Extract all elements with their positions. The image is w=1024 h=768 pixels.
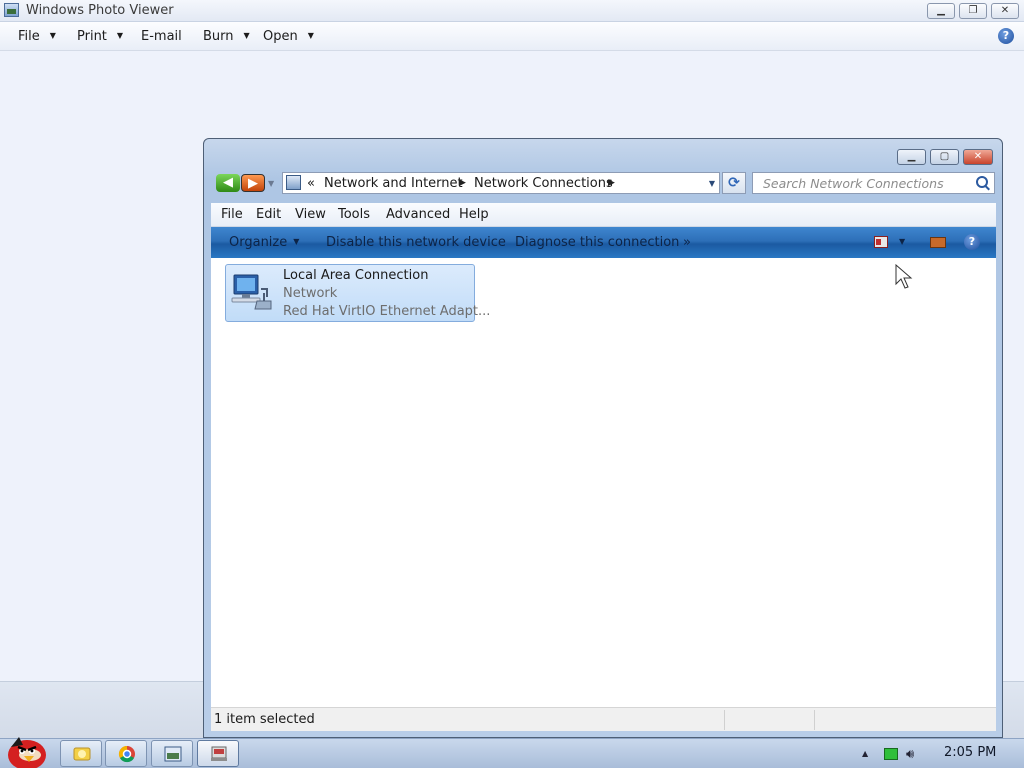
chevron-right-icon[interactable]: ▶ bbox=[608, 178, 615, 188]
clock[interactable]: 2:05 PM bbox=[944, 745, 996, 760]
taskbar-chrome-button[interactable] bbox=[105, 740, 147, 767]
photo-viewer-titlebar: Windows Photo Viewer ▁ ❐ ✕ bbox=[0, 0, 1024, 22]
menu-print[interactable]: Print ▼ bbox=[77, 29, 123, 44]
network-connections-icon bbox=[211, 746, 227, 761]
nc-minimize-button[interactable]: ▁ bbox=[897, 149, 926, 165]
menu-burn[interactable]: Burn ▼ bbox=[203, 29, 250, 44]
connections-list[interactable]: Local Area Connection Network Red Hat Vi… bbox=[211, 258, 996, 707]
back-button[interactable]: ◀ bbox=[216, 174, 240, 192]
address-bar[interactable]: « Network and Internet ▶ Network Connect… bbox=[282, 172, 720, 194]
connection-status: Network bbox=[283, 286, 338, 301]
chevron-down-icon: ▼ bbox=[293, 237, 300, 246]
photo-viewer-title: Windows Photo Viewer bbox=[26, 3, 174, 18]
address-overflow[interactable]: « bbox=[307, 176, 315, 191]
breadcrumb-network-connections[interactable]: Network Connections bbox=[474, 176, 613, 191]
status-bar: 1 item selected bbox=[211, 707, 996, 731]
explorer-icon bbox=[73, 747, 91, 761]
menu-email[interactable]: E-mail bbox=[141, 29, 182, 44]
diagnose-connection-button[interactable]: Diagnose this connection bbox=[515, 235, 679, 250]
mouse-cursor-icon bbox=[895, 264, 913, 289]
network-adapter-icon bbox=[231, 274, 272, 310]
chevron-down-icon: ▼ bbox=[243, 31, 250, 40]
network-connections-window: ▁ ▢ ✕ ◀ ▶ ▼ « Network and Internet ▶ Net… bbox=[203, 138, 1003, 738]
restore-button[interactable]: ❐ bbox=[959, 3, 987, 19]
photo-viewer-menubar: File ▼ Print ▼ E-mail Burn ▼ Open ▼ ? bbox=[0, 22, 1024, 51]
taskbar-network-connections-button[interactable] bbox=[197, 740, 239, 767]
taskbar-photo-viewer-button[interactable] bbox=[151, 740, 193, 767]
show-hidden-icons-button[interactable]: ▲ bbox=[862, 749, 868, 758]
chevron-down-icon: ▼ bbox=[116, 31, 124, 40]
menu-view[interactable]: View bbox=[295, 207, 326, 222]
connection-device: Red Hat VirtIO Ethernet Adapt... bbox=[283, 304, 491, 319]
menu-file[interactable]: File ▼ bbox=[18, 29, 56, 44]
nc-menubar: File Edit View Tools Advanced Help bbox=[211, 203, 996, 227]
network-folder-icon bbox=[286, 175, 301, 190]
menu-advanced[interactable]: Advanced bbox=[386, 207, 450, 222]
preview-pane-icon[interactable] bbox=[930, 237, 946, 248]
chrome-icon bbox=[118, 745, 135, 763]
command-bar: Organize ▼ Disable this network device Di… bbox=[211, 227, 996, 258]
view-options-dropdown[interactable]: ▼ bbox=[899, 237, 905, 246]
menu-tools[interactable]: Tools bbox=[338, 207, 370, 222]
volume-icon[interactable]: 🔊︎ bbox=[906, 747, 914, 762]
search-input[interactable]: Search Network Connections bbox=[752, 172, 995, 194]
status-divider bbox=[814, 710, 815, 730]
menu-open[interactable]: Open ▼ bbox=[263, 29, 314, 44]
more-commands-button[interactable]: » bbox=[683, 235, 691, 250]
chevron-down-icon: ▼ bbox=[49, 31, 56, 40]
nc-close-button[interactable]: ✕ bbox=[963, 149, 993, 165]
menu-edit[interactable]: Edit bbox=[256, 207, 281, 222]
address-dropdown-icon[interactable]: ▼ bbox=[709, 179, 715, 188]
menu-help[interactable]: Help bbox=[459, 207, 489, 222]
minimize-button[interactable]: ▁ bbox=[927, 3, 955, 19]
status-divider bbox=[724, 710, 725, 730]
chevron-down-icon: ▼ bbox=[307, 31, 314, 40]
disable-device-button[interactable]: Disable this network device bbox=[326, 235, 506, 250]
recent-pages-dropdown[interactable]: ▼ bbox=[268, 179, 274, 188]
network-status-icon[interactable] bbox=[884, 748, 898, 760]
help-icon[interactable]: ? bbox=[998, 28, 1014, 44]
breadcrumb-network-and-internet[interactable]: Network and Internet bbox=[324, 176, 463, 191]
photo-viewer-app-icon bbox=[4, 3, 19, 17]
change-view-icon[interactable] bbox=[874, 236, 888, 248]
photo-viewer-icon bbox=[164, 746, 182, 762]
search-icon[interactable] bbox=[976, 176, 988, 188]
start-button[interactable] bbox=[3, 731, 49, 768]
taskbar-explorer-button[interactable] bbox=[60, 740, 102, 767]
refresh-button[interactable]: ⟳ bbox=[722, 172, 746, 194]
list-item[interactable]: Local Area Connection Network Red Hat Vi… bbox=[225, 264, 490, 322]
forward-button[interactable]: ▶ bbox=[241, 174, 265, 192]
search-placeholder: Search Network Connections bbox=[763, 176, 944, 191]
organize-button[interactable]: Organize ▼ bbox=[229, 235, 299, 250]
close-button[interactable]: ✕ bbox=[991, 3, 1019, 19]
nc-maximize-button[interactable]: ▢ bbox=[930, 149, 959, 165]
taskbar: ▲ 🔊︎ 2:05 PM bbox=[0, 737, 1024, 768]
connection-name: Local Area Connection bbox=[283, 268, 429, 283]
menu-file[interactable]: File bbox=[221, 207, 243, 222]
chevron-right-icon[interactable]: ▶ bbox=[459, 178, 466, 188]
status-text: 1 item selected bbox=[214, 712, 315, 727]
help-icon[interactable]: ? bbox=[964, 234, 980, 250]
